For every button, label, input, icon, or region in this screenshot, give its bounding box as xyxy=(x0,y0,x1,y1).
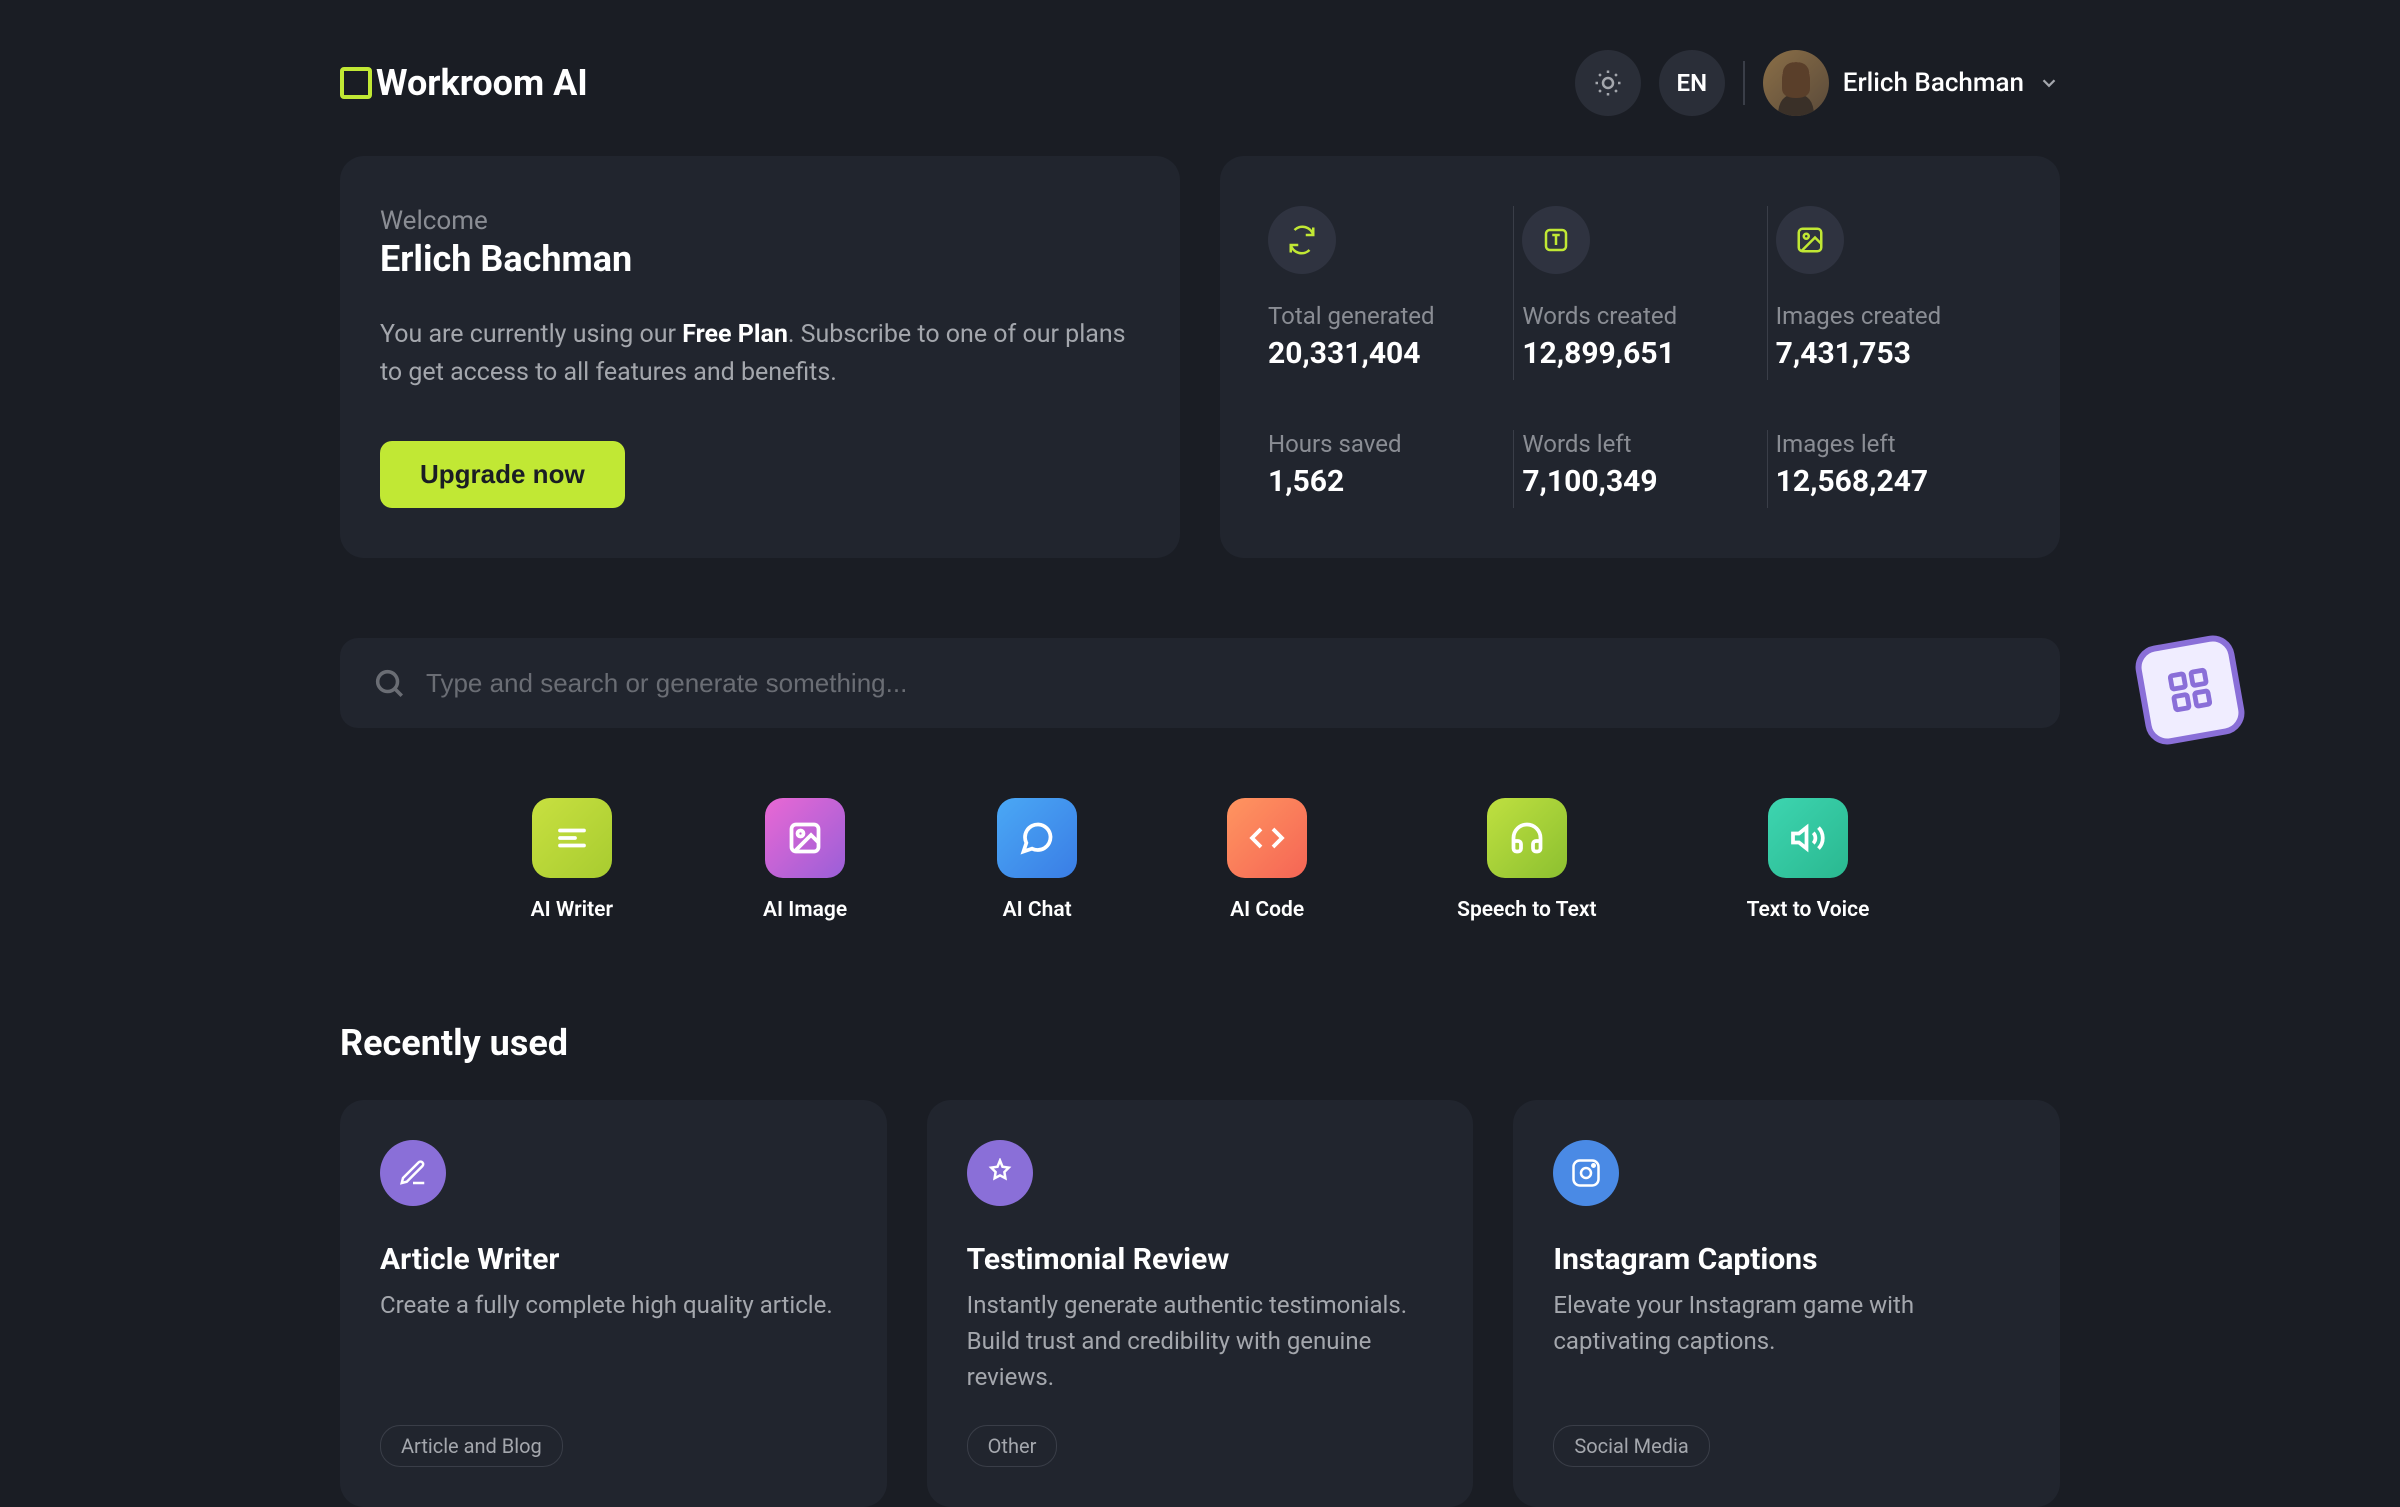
tag: Article and Blog xyxy=(380,1425,563,1467)
stat-label: Total generated xyxy=(1268,302,1505,330)
welcome-name: Erlich Bachman xyxy=(380,238,1140,280)
tag: Other xyxy=(967,1425,1058,1467)
brand-name: Workroom AI xyxy=(376,62,588,104)
recent-card-instagram-captions[interactable]: Instagram Captions Elevate your Instagra… xyxy=(1513,1100,2060,1507)
recent-title: Instagram Captions xyxy=(1553,1242,2020,1277)
stat-value: 12,568,247 xyxy=(1776,464,2012,499)
theme-toggle-button[interactable] xyxy=(1575,50,1641,116)
logo-icon xyxy=(340,67,372,99)
tool-label: Speech to Text xyxy=(1457,898,1596,922)
stat-words-created: Words created 12,899,651 xyxy=(1513,206,1766,380)
plan-text: You are currently using our Free Plan. S… xyxy=(380,316,1140,391)
chat-icon xyxy=(997,798,1077,878)
stat-label: Words created xyxy=(1522,302,1758,330)
volume-icon xyxy=(1768,798,1848,878)
tag: Social Media xyxy=(1553,1425,1709,1467)
search-icon xyxy=(372,666,406,700)
stat-label: Words left xyxy=(1522,430,1758,458)
recent-row: Article Writer Create a fully complete h… xyxy=(340,1100,2060,1507)
header-right: EN Erlich Bachman xyxy=(1575,50,2060,116)
upgrade-button[interactable]: Upgrade now xyxy=(380,441,625,508)
tool-ai-writer[interactable]: AI Writer xyxy=(531,798,613,922)
stat-images-left: Images left 12,568,247 xyxy=(1767,430,2020,508)
welcome-label: Welcome xyxy=(380,206,1140,236)
pencil-icon xyxy=(380,1140,446,1206)
language-button[interactable]: EN xyxy=(1659,50,1725,116)
tool-speech-to-text[interactable]: Speech to Text xyxy=(1457,798,1596,922)
avatar xyxy=(1763,50,1829,116)
stat-label: Hours saved xyxy=(1268,430,1505,458)
language-label: EN xyxy=(1677,69,1708,97)
stat-hours-saved: Hours saved 1,562 xyxy=(1260,430,1513,508)
recent-card-testimonial-review[interactable]: Testimonial Review Instantly generate au… xyxy=(927,1100,1474,1507)
tool-ai-chat[interactable]: AI Chat xyxy=(997,798,1077,922)
stat-value: 1,562 xyxy=(1268,464,1505,499)
tool-ai-code[interactable]: AI Code xyxy=(1227,798,1307,922)
tool-text-to-voice[interactable]: Text to Voice xyxy=(1747,798,1870,922)
sun-icon xyxy=(1593,68,1623,98)
recent-card-article-writer[interactable]: Article Writer Create a fully complete h… xyxy=(340,1100,887,1507)
text-icon xyxy=(1522,206,1590,274)
lines-icon xyxy=(532,798,612,878)
tool-label: AI Chat xyxy=(1003,898,1072,922)
recent-desc: Instantly generate authentic testimonial… xyxy=(967,1287,1434,1395)
recent-title: Article Writer xyxy=(380,1242,847,1277)
welcome-card: Welcome Erlich Bachman You are currently… xyxy=(340,156,1180,558)
image-icon xyxy=(1776,206,1844,274)
code-icon xyxy=(1227,798,1307,878)
float-widget-button[interactable] xyxy=(2132,632,2248,748)
stat-value: 7,431,753 xyxy=(1776,336,2012,371)
stat-value: 20,331,404 xyxy=(1268,336,1505,371)
refresh-icon xyxy=(1268,206,1336,274)
tool-label: Text to Voice xyxy=(1747,898,1870,922)
headphones-icon xyxy=(1487,798,1567,878)
stars-icon xyxy=(967,1140,1033,1206)
tool-ai-image[interactable]: AI Image xyxy=(763,798,847,922)
tools-row: AI Writer AI Image AI Chat AI Code Speec… xyxy=(340,798,2060,922)
recent-desc: Elevate your Instagram game with captiva… xyxy=(1553,1287,2020,1395)
search-input[interactable] xyxy=(426,668,2028,699)
stat-images-created: Images created 7,431,753 xyxy=(1767,206,2020,380)
stat-total-generated: Total generated 20,331,404 xyxy=(1260,206,1513,380)
stats-card: Total generated 20,331,404 Words created… xyxy=(1220,156,2060,558)
chevron-down-icon xyxy=(2038,72,2060,94)
image-icon xyxy=(765,798,845,878)
tool-label: AI Writer xyxy=(531,898,613,922)
stat-value: 7,100,349 xyxy=(1522,464,1758,499)
search-bar[interactable] xyxy=(340,638,2060,728)
stat-value: 12,899,651 xyxy=(1522,336,1758,371)
user-name: Erlich Bachman xyxy=(1843,68,2024,98)
stat-label: Images left xyxy=(1776,430,2012,458)
recent-desc: Create a fully complete high quality art… xyxy=(380,1287,847,1395)
recently-used-title: Recently used xyxy=(340,1022,2060,1064)
tool-label: AI Image xyxy=(763,898,847,922)
header: Workroom AI EN Erlich Bachman xyxy=(340,50,2060,116)
stat-words-left: Words left 7,100,349 xyxy=(1513,430,1766,508)
tool-label: AI Code xyxy=(1230,898,1304,922)
grid-icon xyxy=(2163,663,2216,716)
logo[interactable]: Workroom AI xyxy=(340,62,588,104)
user-menu[interactable]: Erlich Bachman xyxy=(1763,50,2060,116)
recent-title: Testimonial Review xyxy=(967,1242,1434,1277)
stat-label: Images created xyxy=(1776,302,2012,330)
divider xyxy=(1743,61,1745,105)
instagram-icon xyxy=(1553,1140,1619,1206)
